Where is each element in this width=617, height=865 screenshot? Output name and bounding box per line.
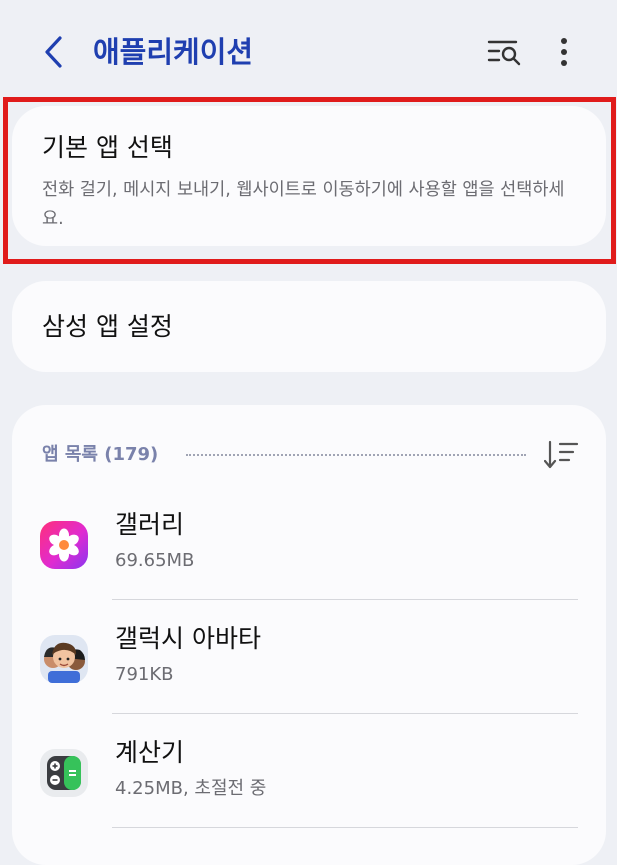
page-title: 애플리케이션 [93,35,254,69]
avatar-icon [40,635,88,683]
app-list-count: 앱 목록 (179) [42,444,159,465]
app-size: 4.25MB, 초절전 중 [115,778,267,799]
chevron-left-icon [45,36,62,68]
row-divider [112,713,578,714]
more-vertical-icon [561,38,567,66]
more-options-button[interactable] [548,32,580,72]
search-apps-button[interactable] [482,32,526,72]
app-name: 갤럭시 아바타 [115,624,261,653]
app-name: 갤러리 [115,510,185,539]
app-size: 791KB [115,664,174,685]
app-row-gallery[interactable]: 갤러리 69.65MB [12,489,606,601]
default-apps-card[interactable]: 기본 앱 선택 전화 걸기, 메시지 보내기, 웹사이트로 이동하기에 사용할 … [12,106,606,246]
default-apps-title: 기본 앱 선택 [42,133,173,162]
sort-icon [544,440,579,469]
default-apps-description: 전화 걸기, 메시지 보내기, 웹사이트로 이동하기에 사용할 앱을 선택하세요… [42,180,565,229]
app-size: 69.65MB [115,550,195,571]
back-button[interactable] [32,30,76,74]
app-row-galaxy-avatar[interactable]: 갤럭시 아바타 791KB [12,603,606,715]
app-row-calculator[interactable]: 계산기 4.25MB, 초절전 중 [12,717,606,829]
samsung-app-settings-card[interactable]: 삼성 앱 설정 [12,281,606,372]
sort-button[interactable] [542,439,582,471]
app-bar: 애플리케이션 [0,0,617,100]
app-list-card: 앱 목록 (179) 갤러리 69.65MB 갤럭시 아바타 791KB 계산기… [12,405,606,865]
gallery-icon [40,521,88,569]
row-divider [112,599,578,600]
dotted-divider [186,454,526,456]
app-list-header: 앱 목록 (179) [42,439,582,471]
list-search-icon [487,40,521,66]
calculator-icon [40,749,88,797]
samsung-app-settings-title: 삼성 앱 설정 [42,311,173,341]
row-divider [112,827,578,828]
app-name: 계산기 [115,738,185,767]
